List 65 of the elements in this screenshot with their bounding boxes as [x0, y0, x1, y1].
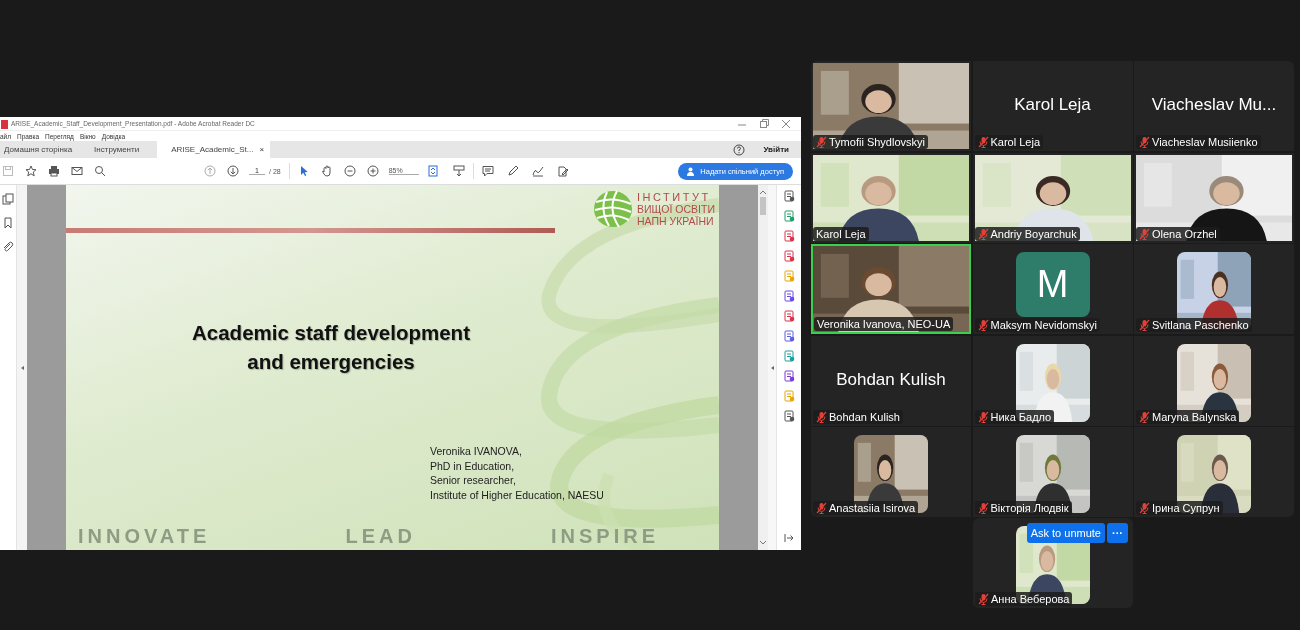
participant-name: Karol Leja: [816, 227, 866, 240]
slide-title: Academic staff development and emergencies: [191, 320, 471, 375]
slogan-word: LEAD: [345, 525, 416, 548]
tab-close-button[interactable]: ×: [259, 145, 265, 154]
participant-name: Maksym Nevidomskyi: [990, 319, 1097, 331]
participant-name: Karol Leja: [990, 136, 1041, 148]
participant-name: Вікторія Людвік: [990, 502, 1069, 514]
search-icon[interactable]: [94, 165, 106, 177]
panel-toggle-icon[interactable]: [783, 532, 795, 544]
participant-name: Olena Orzhel: [1152, 227, 1217, 240]
sign-in-link[interactable]: Увійти: [763, 145, 789, 154]
collapse-left-icon[interactable]: [19, 363, 25, 372]
tab[interactable]: Домашня сторінка: [0, 141, 85, 158]
participant-name: Tymofii Shydlovskyi: [829, 136, 925, 148]
collapse-handle[interactable]: [17, 185, 27, 550]
help-icon[interactable]: [733, 143, 746, 156]
tab[interactable]: ARISE_Academic_St... ×: [157, 141, 271, 158]
avatar-initial: M: [1015, 252, 1090, 317]
pdf-icon: [0, 118, 8, 129]
participant-name: Andriy Boyarchuk: [990, 227, 1077, 240]
pages-icon[interactable]: [2, 193, 14, 205]
more-options-button[interactable]: ···: [1107, 523, 1128, 543]
star-icon[interactable]: [25, 165, 37, 177]
scroll-up-icon[interactable]: [759, 189, 767, 195]
person-icon: [687, 166, 697, 176]
ask-to-unmute-button[interactable]: Ask to unmute: [1026, 523, 1105, 543]
participant-name: Viacheslav Musiienko: [1152, 136, 1258, 148]
slogan-word: INNOVATE: [78, 525, 211, 548]
participant-name: Svitlana Paschenko: [1152, 319, 1249, 331]
participant-name: Bohdan Kulish: [829, 410, 900, 423]
participant-display-name: Bohdan Kulish: [836, 369, 946, 391]
slogan-word: INSPIRE: [550, 525, 659, 548]
participant-display-name: Viacheslav Mu...: [1151, 95, 1277, 116]
participant-name: Анна Веберова: [991, 593, 1070, 605]
logo-text: НАПН УКРАЇНИ: [636, 215, 715, 227]
restore-icon[interactable]: [759, 118, 769, 129]
zoom-out-icon[interactable]: [343, 165, 356, 177]
bookmark-icon[interactable]: [2, 217, 14, 229]
page-fit-icon[interactable]: [426, 165, 439, 177]
logo-text: ІНСТИТУТ: [636, 191, 712, 203]
participant-name: Ірина Супрун: [1152, 502, 1220, 514]
next-page-icon[interactable]: [227, 165, 239, 177]
logo-text: ВИЩОЇ ОСВІТИ: [636, 203, 715, 215]
tab[interactable]: Інструменти: [90, 141, 152, 158]
participant-name: Anastasiia Isirova: [829, 502, 916, 514]
scrollbar-thumb[interactable]: [760, 197, 766, 215]
scroll-mode-icon[interactable]: [452, 165, 465, 177]
scroll-down-icon[interactable]: [759, 540, 767, 546]
attachment-icon[interactable]: [2, 241, 14, 253]
author-line: PhD in Education,: [430, 458, 516, 473]
participant-display-name: Karol Leja: [1014, 95, 1091, 116]
author-line: Senior researcher,: [430, 473, 517, 488]
participant-name: Maryna Balynska: [1152, 410, 1237, 423]
author-line: Institute of Higher Education, NAESU: [430, 487, 604, 502]
signature-icon[interactable]: [531, 165, 544, 177]
author-line: Veronika IVANOVA,: [430, 444, 523, 459]
collapse-handle[interactable]: [768, 185, 776, 550]
participant-name: Ника Бадло: [990, 410, 1052, 423]
mail-icon[interactable]: [71, 165, 83, 177]
participant-name: Veronika Ivanova, NEO-UA: [817, 318, 951, 330]
globe-logo-icon: [592, 190, 633, 228]
print-icon[interactable]: [48, 165, 60, 177]
document-edit-icon[interactable]: [556, 165, 569, 177]
close-icon[interactable]: [781, 118, 791, 129]
hand-icon[interactable]: [320, 165, 333, 177]
